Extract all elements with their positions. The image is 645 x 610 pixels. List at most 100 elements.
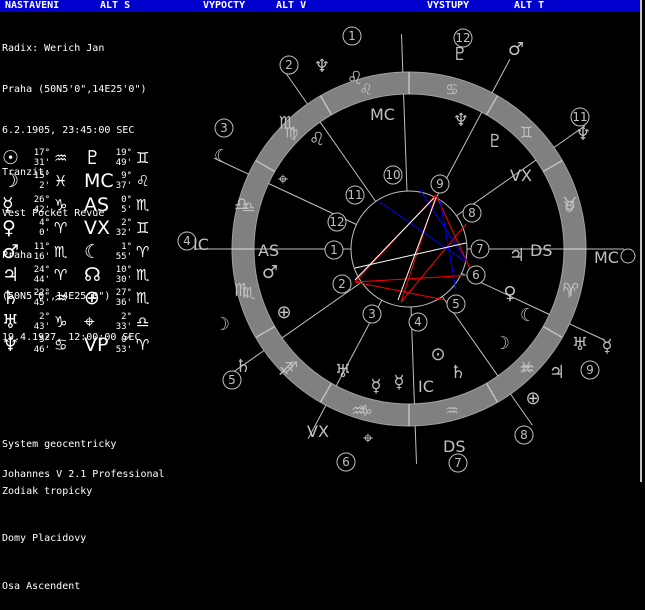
- setting-domy: Domy Placidovy: [2, 533, 87, 545]
- label-ds: DS: [530, 241, 552, 260]
- planet-glyph-icon: ♏: [279, 113, 295, 134]
- house-cusp-line: [403, 94, 408, 192]
- house-number: 9: [430, 174, 450, 194]
- house-number: 11: [345, 185, 365, 205]
- outer-house-label: 4: [183, 234, 191, 248]
- outer-house-number: 2: [279, 55, 299, 75]
- planet-glyph-icon: ♈: [563, 280, 579, 301]
- planet-glyph-icon: ♂: [262, 262, 278, 283]
- planet-glyph-icon: ☾: [520, 305, 536, 326]
- house-number-label: 4: [414, 315, 422, 329]
- outer-house-number: 7: [448, 453, 468, 473]
- planet-glyph-icon: ♃: [509, 245, 525, 266]
- house-number-label: 7: [476, 242, 484, 256]
- planet-glyph-icon: ♐: [278, 359, 294, 380]
- planet-glyph-icon: ♀: [503, 283, 516, 304]
- planet-glyph-icon: ♆: [314, 56, 330, 77]
- outer-cusp-line: [400, 34, 404, 73]
- outer-house-label: 8: [520, 428, 528, 442]
- house-number: 12: [327, 212, 347, 232]
- planet-glyph-icon: ♎: [234, 194, 250, 215]
- sun-outer-icon: [620, 248, 636, 264]
- house-number-label: 9: [436, 177, 444, 191]
- label-ic-outer: IC: [193, 235, 209, 254]
- outer-house-number: 9: [580, 360, 600, 380]
- outer-house-label: 6: [342, 455, 350, 469]
- planet-glyph-icon: ⊕: [276, 302, 291, 323]
- aspect-line: [354, 242, 467, 269]
- outer-cusp-line: [491, 58, 511, 93]
- outer-house-label: 9: [586, 363, 594, 377]
- planet-glyph-icon: ♅: [335, 361, 351, 382]
- label-mc-outer: MC: [594, 248, 619, 267]
- ring-sign-icon: ♋: [445, 81, 458, 99]
- house-number: 6: [466, 265, 486, 285]
- house-number: 8: [462, 203, 482, 223]
- planet-glyph-icon: ⌖: [278, 169, 288, 190]
- label-as: AS: [258, 241, 279, 260]
- aspect-line: [400, 223, 467, 303]
- outer-house-label: 2: [285, 58, 293, 72]
- label-vx: VX: [510, 166, 532, 185]
- house-number-label: 5: [452, 297, 460, 311]
- outer-house-label: 7: [454, 456, 462, 470]
- aspect-line: [397, 197, 437, 301]
- planet-glyph-icon: ☽: [494, 333, 510, 354]
- planet-glyph-icon: ⊕: [525, 388, 540, 409]
- outer-cusp-line: [414, 425, 418, 464]
- planet-glyph-icon: ♒: [519, 359, 535, 380]
- aspect-lines: [354, 189, 474, 303]
- setting-zodiak: Zodiak tropicky: [2, 485, 93, 497]
- house-number-label: 8: [468, 206, 476, 220]
- planet-glyph-icon: ♇: [487, 131, 503, 152]
- aspect-line: [419, 189, 467, 261]
- house-number-label: 2: [338, 277, 346, 291]
- house-number-label: 12: [329, 215, 344, 229]
- label-ds-outer: DS: [443, 437, 465, 456]
- planet-glyph-icon: ⊙: [430, 344, 445, 365]
- house-number: 10: [383, 165, 403, 185]
- planet-glyph-icon: ♄: [235, 356, 251, 377]
- outer-house-label: 1: [348, 29, 356, 43]
- outer-house-label: 12: [455, 31, 470, 45]
- ring-sign-icon: ♊: [520, 124, 533, 142]
- outer-house-number: 8: [514, 425, 534, 445]
- planet-glyph-icon: ♌: [309, 129, 325, 150]
- planet-glyph-icon: ♒: [351, 401, 367, 422]
- planet-glyph-icon: ☿: [393, 372, 404, 393]
- planet-glyph-icon: ♆: [575, 124, 591, 145]
- outer-house-label: 3: [220, 121, 228, 135]
- planet-glyph-icon: ♆: [453, 110, 469, 131]
- planet-glyph-icon: ♏: [234, 280, 250, 301]
- label-mc: MC: [370, 105, 395, 124]
- house-number-label: 6: [472, 268, 480, 282]
- label-vx-outer: VX: [307, 422, 329, 441]
- planet-glyph-icon: ☿: [601, 336, 612, 357]
- outer-house-label: 11: [572, 110, 587, 124]
- planet-glyph-icon: ♉: [562, 194, 578, 215]
- house-number-label: 10: [385, 168, 400, 182]
- house-cusp-line: [281, 281, 362, 339]
- planet-glyph-icon: ☿: [370, 376, 381, 397]
- planet-glyph-icon: ♄: [450, 362, 466, 383]
- setting-osa: Osa Ascendent: [2, 580, 81, 592]
- outer-house-number: 3: [214, 118, 234, 138]
- ring-sign-icon: ♒: [445, 401, 458, 419]
- horoscope-wheel[interactable]: 123456789101112 42356 78911121 ♏♐♑ ♒♓♈♉♊♋♌…: [0, 0, 645, 482]
- planet-glyph-icon: ☽: [214, 314, 230, 335]
- planet-glyph-icon: ♌: [347, 68, 363, 89]
- planet-glyph-icon: ♃: [549, 362, 565, 383]
- inner-circle: [350, 190, 468, 308]
- house-number-label: 11: [347, 188, 362, 202]
- planet-glyph-icon: ☾: [214, 146, 230, 167]
- label-ic: IC: [418, 377, 434, 396]
- outer-house-number: 6: [336, 452, 356, 472]
- house-number: 2: [332, 274, 352, 294]
- house-number: 4: [408, 312, 428, 332]
- planet-glyph-icon: ♂: [508, 39, 524, 60]
- house-number: 1: [324, 240, 344, 260]
- planet-glyph-icon: ♅: [572, 334, 588, 355]
- planet-glyph-icon: ⌖: [363, 428, 373, 449]
- outer-cusp-line: [285, 72, 308, 105]
- outer-house-number: 1: [342, 26, 362, 46]
